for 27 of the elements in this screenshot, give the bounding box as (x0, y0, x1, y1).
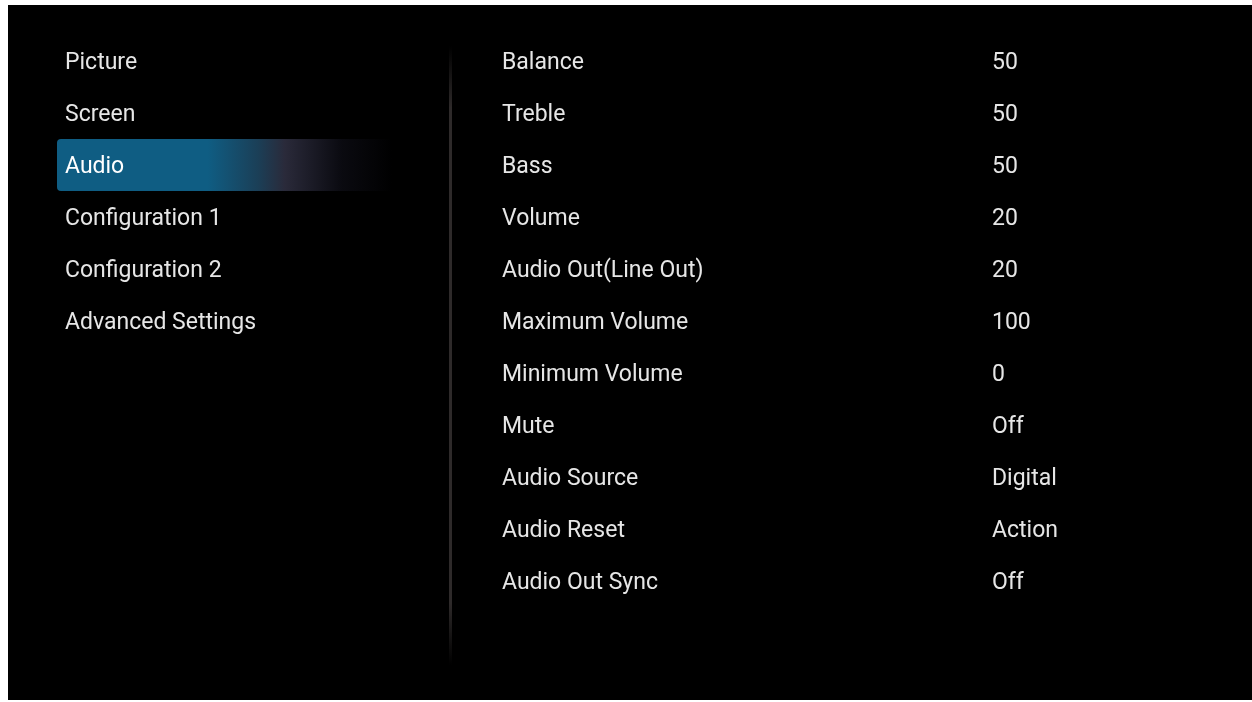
setting-value: Action (992, 515, 1058, 543)
setting-value: 50 (992, 151, 1018, 179)
setting-value: 20 (992, 255, 1018, 283)
setting-label[interactable]: Maximum Volume (502, 307, 992, 335)
sidebar-item[interactable]: Advanced Settings (57, 295, 392, 347)
setting-value: Off (992, 567, 1024, 595)
sidebar-item[interactable]: Screen (57, 87, 392, 139)
setting-value: 100 (992, 307, 1031, 335)
setting-label[interactable]: Audio Reset (502, 515, 992, 543)
setting-value: 20 (992, 203, 1018, 231)
sidebar-item[interactable]: Configuration 1 (57, 191, 392, 243)
setting-label[interactable]: Audio Out Sync (502, 567, 992, 595)
setting-label[interactable]: Bass (502, 151, 992, 179)
setting-label[interactable]: Mute (502, 411, 992, 439)
setting-label[interactable]: Minimum Volume (502, 359, 992, 387)
setting-value: Digital (992, 463, 1057, 491)
setting-label[interactable]: Treble (502, 99, 992, 127)
setting-value: 50 (992, 99, 1018, 127)
sidebar-item[interactable]: Configuration 2 (57, 243, 392, 295)
setting-value: 50 (992, 47, 1018, 75)
setting-label[interactable]: Audio Source (502, 463, 992, 491)
setting-value: Off (992, 411, 1024, 439)
sidebar-item[interactable]: Picture (57, 35, 392, 87)
setting-value: 0 (992, 359, 1005, 387)
setting-label[interactable]: Audio Out(Line Out) (502, 255, 992, 283)
setting-label[interactable]: Balance (502, 47, 992, 75)
setting-label[interactable]: Volume (502, 203, 992, 231)
